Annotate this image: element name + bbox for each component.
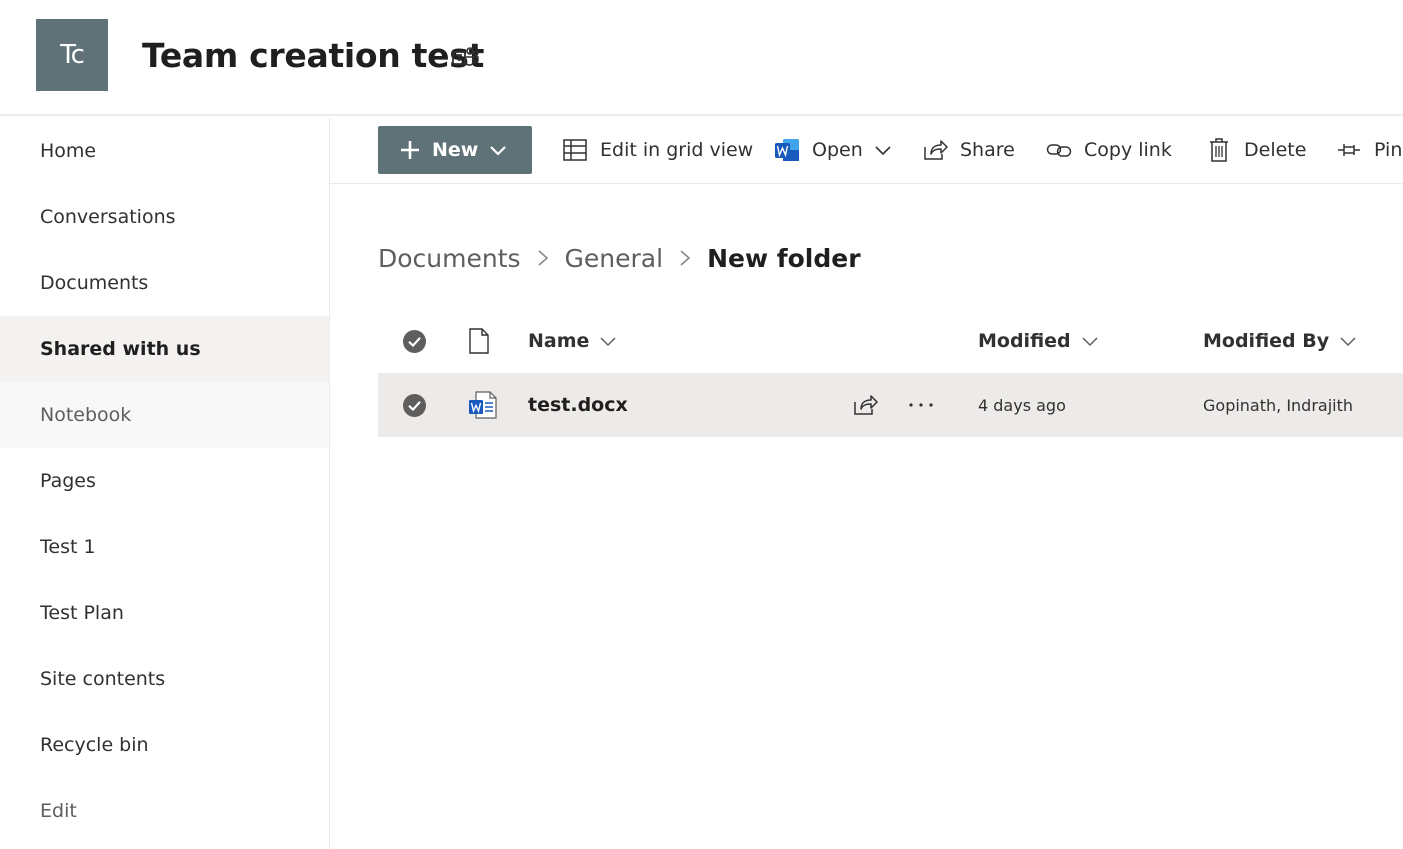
- name-column-label: Name: [528, 330, 590, 352]
- nav-item-documents[interactable]: Documents: [0, 250, 329, 316]
- link-icon: [1046, 144, 1072, 157]
- pin-button[interactable]: Pin: [1336, 126, 1402, 174]
- share-label: Share: [960, 139, 1015, 161]
- file-name-link[interactable]: test.docx: [528, 373, 628, 437]
- share-icon: [854, 395, 878, 415]
- site-title[interactable]: Team creation test: [142, 36, 484, 75]
- command-bar: New Edit in grid view Open Share Copy li…: [330, 118, 1403, 184]
- nav-item-conversations[interactable]: Conversations: [0, 184, 329, 250]
- chevron-right-icon: [680, 250, 691, 266]
- nav-item-home[interactable]: Home: [0, 118, 329, 184]
- breadcrumb-general[interactable]: General: [565, 244, 664, 273]
- name-column-header[interactable]: Name: [528, 310, 617, 372]
- copy-link-button[interactable]: Copy link: [1046, 126, 1172, 174]
- chevron-down-icon[interactable]: [873, 140, 893, 160]
- checkmark-circle-icon: [403, 329, 426, 353]
- share-button[interactable]: Share: [922, 126, 1015, 174]
- pin-label: Pin: [1374, 139, 1403, 161]
- file-type-column-header[interactable]: [468, 310, 490, 372]
- new-button[interactable]: New: [378, 126, 532, 174]
- table-row[interactable]: test.docx 4 days ago Gopinath, Indrajith: [378, 373, 1403, 437]
- more-icon: [909, 403, 933, 407]
- chevron-down-icon: [490, 146, 507, 156]
- site-logo[interactable]: Tc: [36, 19, 108, 91]
- delete-button[interactable]: Delete: [1206, 126, 1306, 174]
- open-button[interactable]: Open: [774, 126, 893, 174]
- modified-by-column-label: Modified By: [1203, 330, 1330, 352]
- file-type-cell: [468, 373, 498, 437]
- site-logo-initials: Tc: [60, 40, 85, 70]
- chevron-down-icon: [1340, 337, 1356, 347]
- row-share-button[interactable]: [852, 373, 878, 437]
- modified-by-column-header[interactable]: Modified By: [1203, 310, 1357, 372]
- nav-item-pages[interactable]: Pages: [0, 448, 329, 514]
- chevron-right-icon: [538, 250, 548, 266]
- breadcrumb: Documents General New folder: [378, 238, 861, 278]
- nav-item-test-plan[interactable]: Test Plan: [0, 580, 329, 646]
- breadcrumb-current-folder: New folder: [707, 243, 861, 273]
- copy-link-label: Copy link: [1084, 139, 1172, 161]
- trash-icon: [1210, 138, 1228, 162]
- breadcrumb-documents[interactable]: Documents: [378, 244, 521, 273]
- plus-icon: [401, 141, 419, 159]
- modified-cell: 4 days ago: [978, 395, 1066, 415]
- pin-icon: [1338, 144, 1360, 156]
- word-icon: [775, 139, 799, 161]
- nav-item-edit[interactable]: Edit: [0, 778, 329, 844]
- nav-item-site-contents[interactable]: Site contents: [0, 646, 329, 712]
- select-all-checkbox[interactable]: [402, 310, 427, 372]
- left-navigation: Home Conversations Documents Shared with…: [0, 118, 330, 849]
- open-label: Open: [812, 139, 863, 161]
- teams-icon[interactable]: [451, 46, 479, 70]
- edit-in-grid-view-button[interactable]: Edit in grid view: [562, 126, 753, 174]
- chevron-down-icon: [600, 337, 616, 347]
- nav-item-recycle-bin[interactable]: Recycle bin: [0, 712, 329, 778]
- checkmark-circle-icon: [403, 393, 426, 417]
- nav-item-test-1[interactable]: Test 1: [0, 514, 329, 580]
- modified-column-label: Modified: [978, 330, 1071, 352]
- share-icon: [924, 140, 948, 160]
- chevron-down-icon: [1082, 337, 1098, 347]
- modified-by-cell[interactable]: Gopinath, Indrajith: [1203, 373, 1353, 437]
- row-more-actions-button[interactable]: [908, 373, 934, 437]
- site-header: Tc Team creation test: [0, 0, 1403, 116]
- row-checkbox[interactable]: [402, 373, 427, 437]
- grid-icon: [563, 139, 587, 161]
- nav-item-shared-with-us[interactable]: Shared with us: [0, 316, 329, 382]
- list-header: Name Modified Modified By: [378, 310, 1403, 372]
- document-icon: [469, 328, 489, 354]
- new-button-label: New: [432, 139, 479, 161]
- nav-item-notebook[interactable]: Notebook: [0, 382, 329, 448]
- word-document-icon: [469, 391, 497, 419]
- delete-label: Delete: [1244, 139, 1307, 161]
- edit-in-grid-view-label: Edit in grid view: [600, 139, 754, 161]
- modified-column-header[interactable]: Modified: [978, 310, 1099, 372]
